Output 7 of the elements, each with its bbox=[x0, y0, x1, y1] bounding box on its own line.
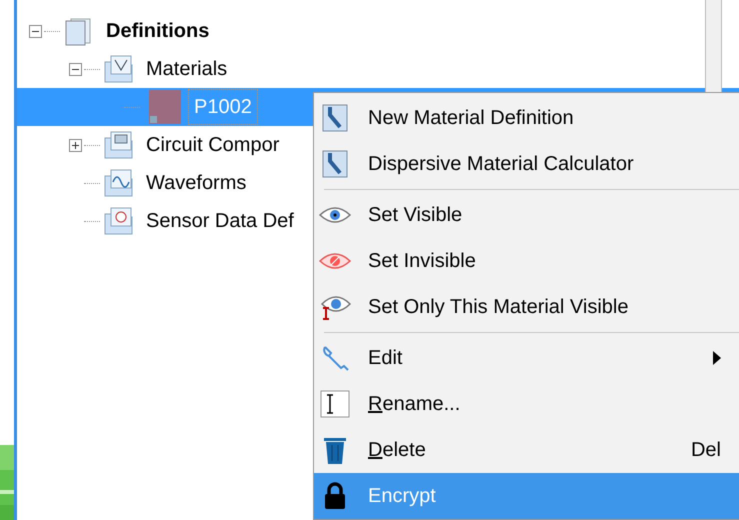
tree-item-label: Sensor Data Def bbox=[145, 209, 295, 234]
tree-item-label: Circuit Compor bbox=[145, 133, 280, 158]
tree-item-label: Waveforms bbox=[145, 171, 248, 196]
tree-item-label: Materials bbox=[145, 57, 228, 82]
shortcut-label: Del bbox=[690, 438, 721, 463]
tree-item-label: Definitions bbox=[105, 19, 210, 44]
tree-item-label: P1002 bbox=[189, 90, 257, 124]
